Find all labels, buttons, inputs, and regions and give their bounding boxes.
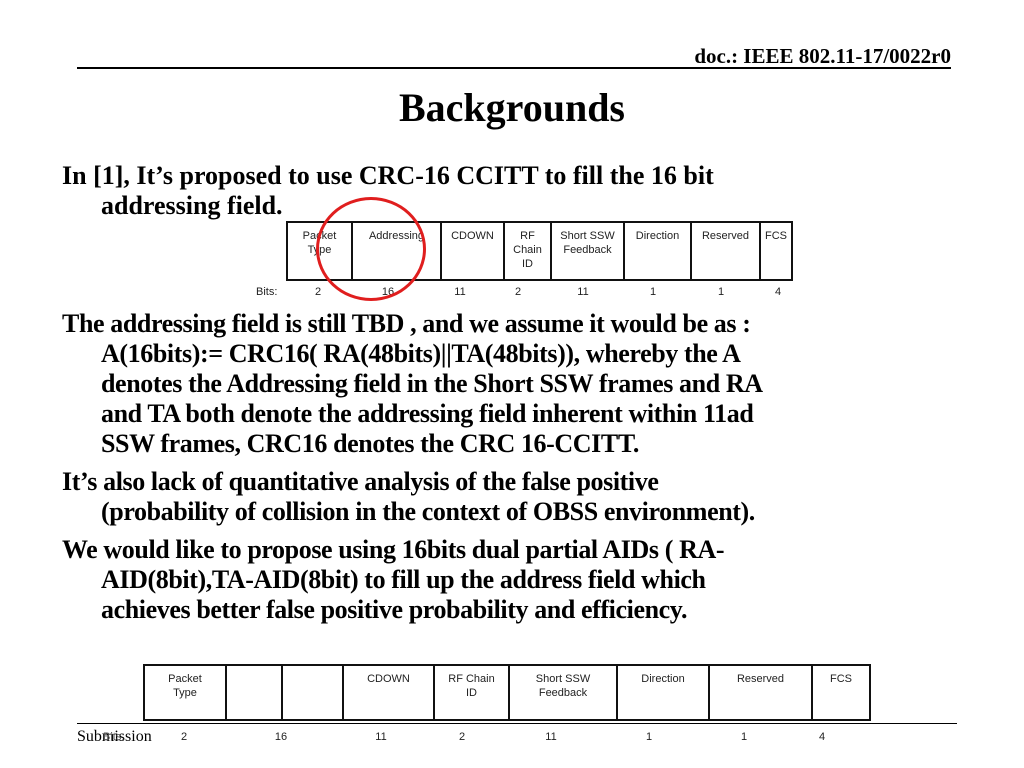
bit-count: 11 bbox=[454, 286, 466, 298]
paragraph-line: denotes the Addressing field in the Shor… bbox=[101, 369, 763, 398]
bit-count: 11 bbox=[577, 286, 589, 298]
field-cdown: CDOWN bbox=[342, 664, 435, 721]
bit-count: 2 bbox=[314, 286, 322, 298]
paragraph-addressing-tbd: The addressing field is still TBD , and … bbox=[62, 309, 962, 459]
bit-count: 4 bbox=[774, 286, 782, 298]
short-ssw-frame-proposed: Packet Type CDOWN RF Chain ID Short SSW Fee… bbox=[143, 664, 871, 721]
field-ra-aid bbox=[225, 664, 283, 721]
paragraph-lack-analysis: It’s also lack of quantitative analysis … bbox=[62, 467, 962, 527]
paragraph-line: The addressing field is still TBD , and … bbox=[62, 309, 751, 338]
field-direction: Direction bbox=[623, 221, 692, 281]
bit-count: 16 bbox=[381, 286, 395, 298]
bit-count: 4 bbox=[818, 731, 826, 743]
field-rf-chain-id: RF Chain ID bbox=[433, 664, 510, 721]
slide-title: Backgrounds bbox=[398, 85, 625, 130]
field-short-ssw-feedback: Short SSW Feedback bbox=[550, 221, 625, 281]
field-cdown: CDOWN bbox=[440, 221, 505, 281]
paragraph-line: and TA both denote the addressing field … bbox=[101, 399, 754, 428]
paragraph-crc-proposal: In [1], It’s proposed to use CRC-16 CCIT… bbox=[62, 161, 962, 221]
paragraph-line: A(16bits):= CRC16( RA(48bits)||TA(48bits… bbox=[101, 339, 741, 368]
footer-rule bbox=[77, 723, 957, 724]
bit-count: 1 bbox=[649, 286, 657, 298]
paragraph-line: AID(8bit),TA-AID(8bit) to fill up the ad… bbox=[101, 565, 706, 594]
paragraph-line: SSW frames, CRC16 denotes the CRC 16-CCI… bbox=[101, 429, 639, 458]
field-addressing: Addressing bbox=[351, 221, 442, 281]
bit-count: 2 bbox=[458, 731, 466, 743]
field-packet-type: Packet Type bbox=[143, 664, 227, 721]
paragraph-line: We would like to propose using 16bits du… bbox=[62, 535, 725, 564]
field-reserved: Reserved bbox=[708, 664, 813, 721]
paragraph-line: It’s also lack of quantitative analysis … bbox=[62, 467, 659, 496]
bit-count: 11 bbox=[545, 731, 557, 743]
field-packet-type: Packet Type bbox=[286, 221, 353, 281]
bit-count: 1 bbox=[717, 286, 725, 298]
field-short-ssw-feedback: Short SSW Feedback bbox=[508, 664, 618, 721]
field-direction: Direction bbox=[616, 664, 710, 721]
field-reserved: Reserved bbox=[690, 221, 761, 281]
bit-count: 11 bbox=[375, 731, 387, 743]
bits-label: Bits: bbox=[103, 731, 125, 743]
field-fcs: FCS bbox=[759, 221, 793, 281]
bit-count: 16 bbox=[274, 731, 288, 743]
paragraph-line: achieves better false positive probabili… bbox=[101, 595, 688, 624]
field-fcs: FCS bbox=[811, 664, 871, 721]
bit-count: 1 bbox=[740, 731, 748, 743]
paragraph-line: In [1], It’s proposed to use CRC-16 CCIT… bbox=[62, 161, 714, 190]
bit-count: 2 bbox=[180, 731, 188, 743]
paragraph-line: addressing field. bbox=[101, 191, 283, 220]
paragraph-proposal: We would like to propose using 16bits du… bbox=[62, 535, 962, 625]
paragraph-line: (probability of collision in the context… bbox=[101, 497, 755, 526]
bits-label: Bits: bbox=[256, 286, 278, 298]
field-ta-aid bbox=[281, 664, 344, 721]
bit-count: 1 bbox=[645, 731, 653, 743]
bit-count: 2 bbox=[514, 286, 522, 298]
document-id: doc.: IEEE 802.11-17/0022r0 bbox=[694, 44, 951, 68]
short-ssw-frame-current: Packet Type Addressing CDOWN RF Chain ID Sh… bbox=[286, 221, 793, 281]
header-rule bbox=[77, 67, 951, 69]
field-rf-chain-id: RF Chain ID bbox=[503, 221, 552, 281]
